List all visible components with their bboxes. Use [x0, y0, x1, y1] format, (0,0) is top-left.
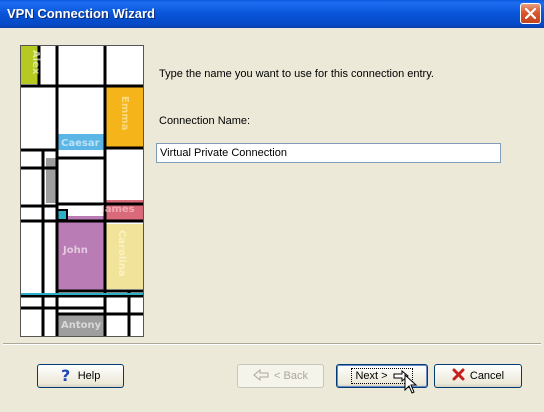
- name-caesar: Caesar: [61, 138, 100, 149]
- wizard-body: Alex Emma Caesar James John Carolina Ant…: [3, 28, 541, 409]
- help-button-label: Help: [77, 370, 101, 382]
- block-gray-small: [46, 158, 57, 203]
- back-arrow-icon: [253, 368, 269, 384]
- name-alex: Alex: [30, 50, 41, 75]
- button-separator: [3, 343, 541, 345]
- close-icon: [525, 8, 536, 19]
- name-james: James: [100, 204, 135, 215]
- name-emma: Emma: [119, 96, 130, 130]
- help-button[interactable]: ? Help: [37, 364, 124, 388]
- cancel-button-label: Cancel: [469, 370, 505, 382]
- wizard-window: VPN Connection Wizard Alex Emma Caesar J…: [0, 0, 544, 412]
- close-button[interactable]: [520, 3, 541, 24]
- instruction-text: Type the name you want to use for this c…: [159, 68, 434, 80]
- connection-name-input[interactable]: [156, 143, 501, 163]
- name-antony: Antony: [61, 320, 102, 331]
- mondrian-names-graphic: Alex Emma Caesar James John Carolina Ant…: [21, 46, 143, 336]
- connection-name-label-text: Connection Name:: [159, 115, 251, 127]
- question-mark-icon: ?: [61, 366, 73, 386]
- red-x-icon: [452, 368, 465, 384]
- back-button[interactable]: < Back: [237, 364, 324, 388]
- name-carolina: Carolina: [116, 230, 127, 277]
- window-title: VPN Connection Wizard: [7, 6, 155, 21]
- mouse-pointer-icon: [404, 373, 418, 397]
- next-button-label: Next >: [355, 370, 388, 382]
- svg-text:?: ?: [61, 367, 70, 383]
- cancel-button[interactable]: Cancel: [434, 364, 522, 388]
- connection-name-label: Connection Name:: [159, 115, 250, 127]
- name-john: John: [62, 245, 88, 256]
- back-button-label: < Back: [274, 370, 308, 382]
- wizard-side-image: Alex Emma Caesar James John Carolina Ant…: [20, 45, 144, 337]
- title-bar[interactable]: VPN Connection Wizard: [0, 0, 544, 28]
